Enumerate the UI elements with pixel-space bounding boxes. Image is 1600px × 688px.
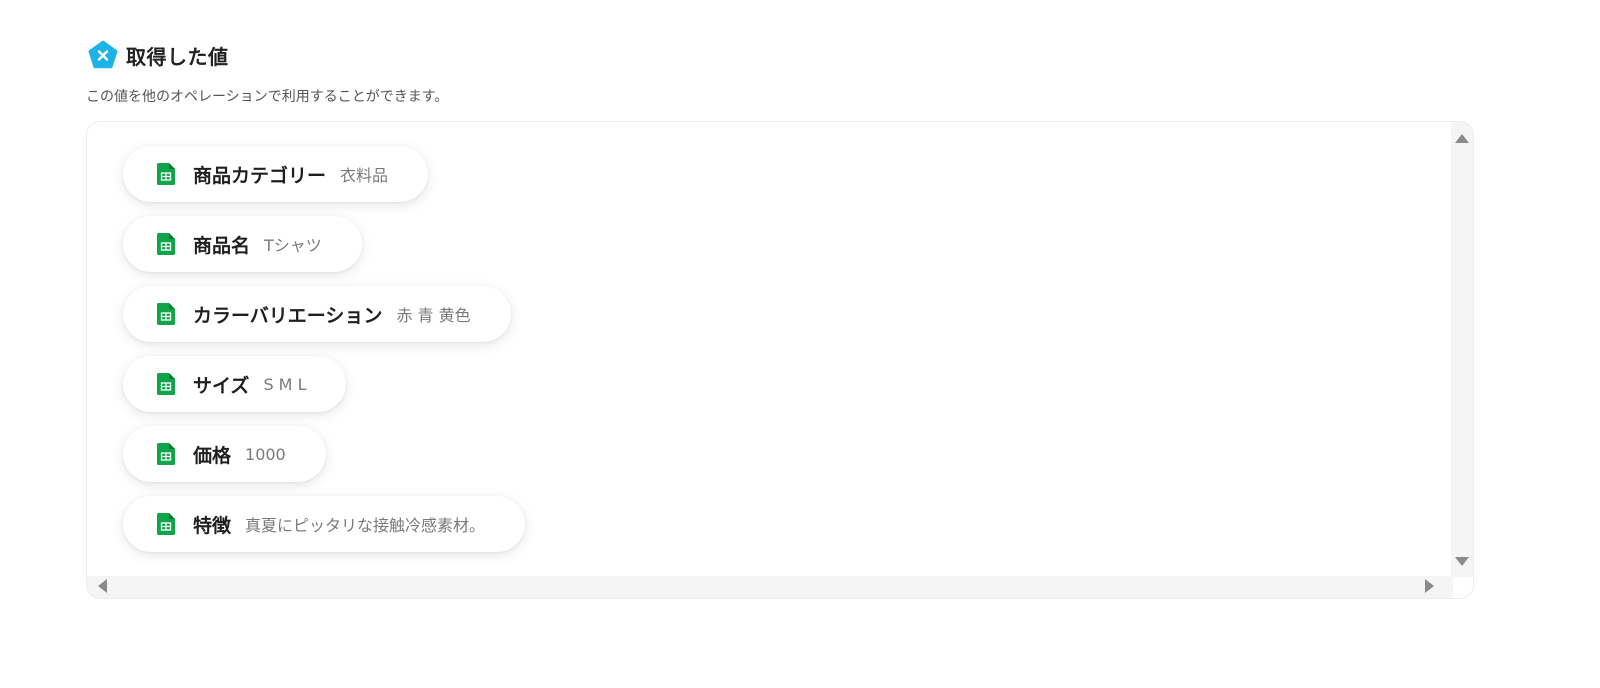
value-chip-category[interactable]: 商品カテゴリー 衣料品: [123, 146, 429, 202]
scroll-left-arrow-icon[interactable]: [98, 579, 107, 593]
google-sheets-icon: [157, 163, 175, 185]
horizontal-scrollbar[interactable]: [87, 576, 1453, 598]
value-text: 衣料品: [340, 166, 389, 185]
value-label: 価格: [193, 444, 232, 467]
value-label: サイズ: [193, 374, 250, 397]
google-sheets-icon: [157, 443, 175, 465]
value-chip-size[interactable]: サイズ S M L: [123, 356, 347, 412]
section-description: この値を他のオペレーションで利用することができます。: [86, 89, 449, 105]
vertical-scrollbar[interactable]: [1451, 122, 1473, 577]
google-sheets-icon: [157, 233, 175, 255]
google-sheets-icon: [157, 303, 175, 325]
values-panel: 商品カテゴリー 衣料品 商品名 Tシャツ カラーバリエーション 赤 青 黄色 サ…: [86, 121, 1474, 599]
section-title: 取得した値: [126, 44, 229, 69]
scroll-right-arrow-icon[interactable]: [1425, 579, 1434, 593]
scroll-down-arrow-icon[interactable]: [1455, 557, 1469, 566]
value-label: 商品カテゴリー: [193, 164, 327, 187]
value-text: 真夏にピッタリな接触冷感素材。: [245, 516, 486, 535]
value-text: 1000: [245, 444, 286, 464]
value-text: S M L: [263, 374, 307, 394]
value-label: カラーバリエーション: [193, 304, 383, 327]
variable-pentagon-icon: [88, 40, 118, 69]
value-text: Tシャツ: [264, 236, 322, 255]
value-text: 赤 青 黄色: [396, 306, 471, 325]
value-chip-product-name[interactable]: 商品名 Tシャツ: [123, 216, 362, 272]
scroll-up-arrow-icon[interactable]: [1455, 134, 1469, 143]
google-sheets-icon: [157, 373, 175, 395]
google-sheets-icon: [157, 513, 175, 535]
value-chip-price[interactable]: 価格 1000: [123, 426, 326, 482]
value-chip-color-variation[interactable]: カラーバリエーション 赤 青 黄色: [123, 286, 511, 342]
value-chip-feature[interactable]: 特徴 真夏にピッタリな接触冷感素材。: [123, 496, 526, 552]
value-label: 商品名: [193, 234, 251, 257]
section-header: 取得した値: [88, 40, 229, 70]
value-label: 特徴: [193, 514, 232, 537]
value-list: 商品カテゴリー 衣料品 商品名 Tシャツ カラーバリエーション 赤 青 黄色 サ…: [123, 146, 526, 566]
